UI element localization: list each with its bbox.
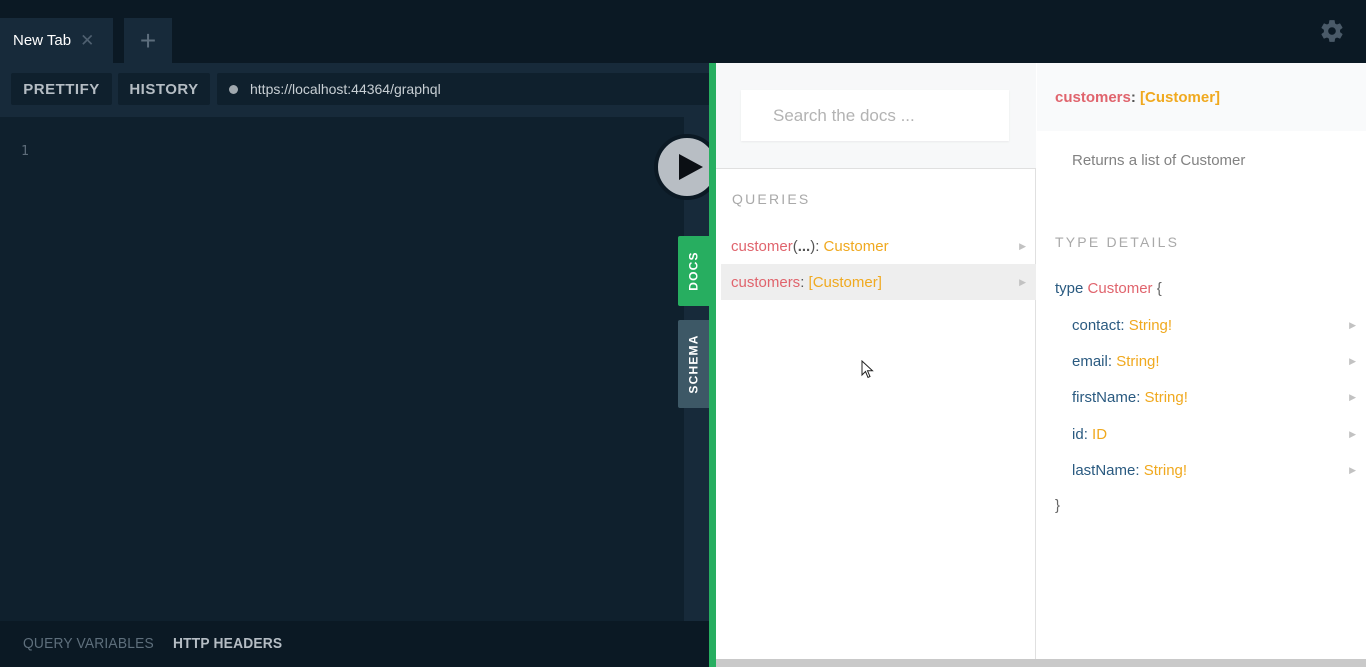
mouse-cursor-icon [861,360,874,379]
field-type[interactable]: String! [1145,389,1188,406]
detail-header: customers: [Customer] [1037,63,1366,131]
query-item-customer[interactable]: customer(...): Customer ▶ [721,228,1036,264]
field-type[interactable]: String! [1144,462,1187,479]
editor-area: PRETTIFY HISTORY https://localhost:44364… [0,63,709,667]
detail-field-name: customers [1055,88,1131,106]
query-item-customers[interactable]: customers: [Customer] ▶ [721,264,1036,300]
search-placeholder: Search the docs ... [773,105,915,125]
docs-search-area: Search the docs ... [716,63,1036,169]
chevron-right-icon: ▶ [1349,319,1356,330]
chevron-right-icon: ▶ [1349,391,1356,402]
query-name: customers [731,273,801,291]
tab-docs-label: DOCS [686,251,701,291]
colon: : [1136,388,1145,406]
play-icon [679,154,703,180]
tab-new-tab[interactable]: New Tab ✕ [0,18,113,63]
field-name: contact [1072,316,1121,334]
top-bar: New Tab ✕ + [0,0,1366,63]
endpoint-url-input[interactable]: https://localhost:44364/graphql [217,73,709,105]
query-editor[interactable]: 1 [0,117,684,621]
colon: : [1135,461,1144,479]
field-name: email [1072,352,1108,370]
query-type: [Customer] [808,273,882,291]
type-declaration: type Customer { [1055,280,1162,297]
close-brace: } [1055,497,1061,514]
docs-panel-border[interactable] [709,63,716,667]
docs-horizontal-scrollbar[interactable] [716,659,1366,667]
history-button[interactable]: HISTORY [118,73,210,105]
field-name: id [1072,425,1084,443]
chevron-right-icon: ▶ [1349,464,1356,475]
detail-field-type[interactable]: [Customer] [1140,89,1220,106]
paren-close: ): [810,237,824,255]
gear-icon[interactable] [1319,18,1345,44]
tab-schema-label: SCHEMA [686,334,701,394]
docs-root-column: Search the docs ... QUERIES customer(...… [716,63,1036,659]
docs-search-input[interactable]: Search the docs ... [741,90,1009,141]
field-type[interactable]: String! [1116,353,1159,370]
tab-docs[interactable]: DOCS [678,236,709,306]
open-brace: { [1156,280,1162,297]
field-name: lastName [1072,461,1136,479]
plus-icon: + [139,24,157,56]
tab-http-headers[interactable]: HTTP HEADERS [173,635,282,652]
line-number: 1 [21,144,29,159]
tab-query-variables[interactable]: QUERY VARIABLES [23,635,154,652]
colon: : [1120,316,1129,334]
tab-schema[interactable]: SCHEMA [678,320,709,408]
colon: : [800,273,809,291]
chevron-right-icon: ▶ [1349,355,1356,366]
chevron-right-icon: ▶ [1019,240,1026,251]
type-details-heading: TYPE DETAILS [1055,234,1180,250]
type-field-id[interactable]: id: ID ▶ [1072,422,1366,446]
query-name: customer [731,237,793,255]
chevron-right-icon: ▶ [1019,276,1026,287]
type-field-lastname[interactable]: lastName: String! ▶ [1072,458,1366,482]
type-name[interactable]: Customer [1088,280,1153,297]
colon: : [1107,352,1117,370]
field-type[interactable]: ID [1092,426,1107,443]
docs-detail-column: customers: [Customer] Returns a list of … [1037,63,1366,659]
colon: : [1130,88,1141,106]
field-type[interactable]: String! [1129,317,1172,334]
chevron-right-icon: ▶ [1349,428,1356,439]
status-dot-icon [229,84,238,94]
type-field-contact[interactable]: contact: String! ▶ [1072,313,1366,337]
prettify-button[interactable]: PRETTIFY [11,73,112,105]
query-type: Customer [823,237,889,255]
endpoint-url: https://localhost:44364/graphql [250,81,441,97]
add-tab-button[interactable]: + [124,18,172,63]
type-field-firstname[interactable]: firstName: String! ▶ [1072,385,1366,409]
docs-panel: Search the docs ... QUERIES customer(...… [716,63,1366,667]
tab-label: New Tab [13,32,72,49]
bottom-panel-tabs: QUERY VARIABLES HTTP HEADERS [0,621,709,667]
query-args: ... [797,237,811,255]
type-field-email[interactable]: email: String! ▶ [1072,349,1366,373]
type-keyword: type [1055,280,1084,297]
close-icon[interactable]: ✕ [80,31,94,51]
detail-description: Returns a list of Customer [1072,152,1246,169]
colon: : [1083,425,1093,443]
field-name: firstName [1072,388,1137,406]
queries-heading: QUERIES [732,191,811,207]
editor-toolbar: PRETTIFY HISTORY https://localhost:44364… [0,63,709,117]
